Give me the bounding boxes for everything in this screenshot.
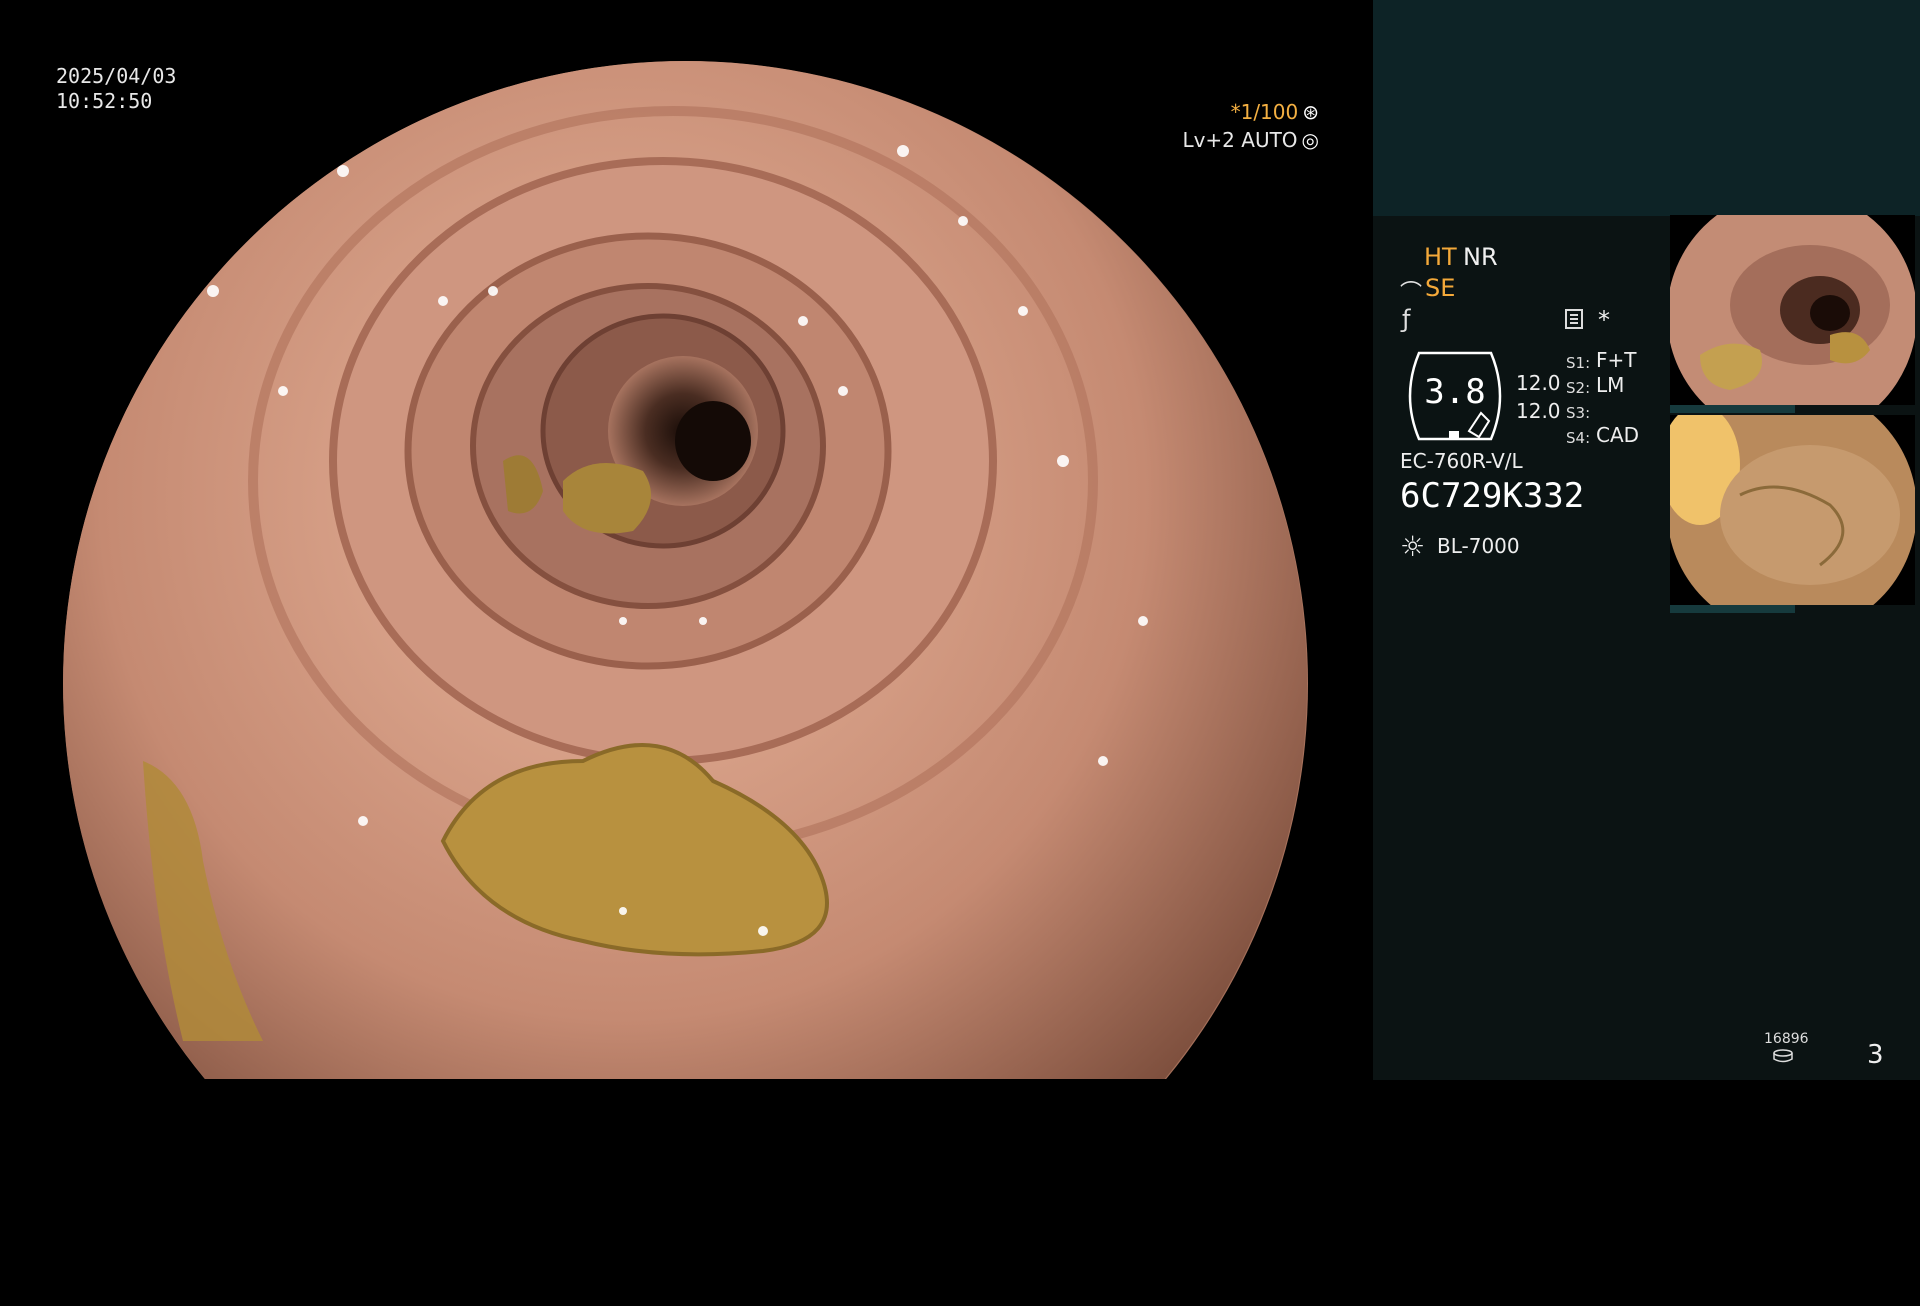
s4-value: CAD <box>1596 423 1640 447</box>
s1-key: S1: <box>1566 354 1591 372</box>
s2-key: S2: <box>1566 379 1591 397</box>
s3-key: S3: <box>1566 404 1591 422</box>
thumbnail-bar-1 <box>1670 405 1795 413</box>
shutter-text: *1/100 <box>1230 100 1299 124</box>
light-source-label: BL-7000 <box>1437 534 1520 558</box>
info-panel-header <box>1373 0 1920 216</box>
nr-indicator: NR <box>1463 243 1498 271</box>
endoscope-image <box>63 61 1308 1079</box>
level-display: Lv+2 AUTO ◎ <box>1182 128 1319 152</box>
thumbnail-bar-2 <box>1670 605 1795 613</box>
s2-value: LM <box>1596 373 1625 397</box>
light-source-icon: ☼ <box>1400 530 1426 563</box>
structure-enhance-icon: ⌒ <box>1400 281 1423 306</box>
time-text: 10:52:50 <box>56 89 153 113</box>
level-text: Lv+2 AUTO <box>1182 128 1298 152</box>
captured-thumbnail-2[interactable] <box>1670 415 1915 605</box>
zoom-ratio-value: 3.8 <box>1424 372 1486 412</box>
scope-model: EC-760R-V/L <box>1400 449 1523 473</box>
list-icon <box>1565 309 1583 329</box>
aperture-icon: ⊛ <box>1302 100 1319 124</box>
shutter-display: *1/100 ⊛ <box>1231 100 1319 124</box>
setting-value-a: 12.0 <box>1516 371 1561 395</box>
date-text: 2025/04/03 <box>56 64 177 88</box>
captured-thumbnail-1[interactable] <box>1670 215 1915 405</box>
s4-key: S4: <box>1566 429 1591 447</box>
s1-value: F+T <box>1596 348 1637 372</box>
iris-icon: ◎ <box>1301 128 1319 152</box>
datetime-display: 2025/04/03 10:52:50 <box>56 64 176 114</box>
se-indicator: SE <box>1425 274 1456 302</box>
capture-count: 16896 <box>1764 1031 1809 1047</box>
function-icon: ƒ <box>1402 305 1411 333</box>
scope-serial: 6C729K332 <box>1400 476 1585 516</box>
setting-value-b: 12.0 <box>1516 399 1561 423</box>
page-number: 3 <box>1867 1040 1884 1070</box>
storage-icon <box>1773 1049 1793 1063</box>
star-indicator: * <box>1598 306 1610 334</box>
ht-indicator: HT <box>1424 243 1457 271</box>
